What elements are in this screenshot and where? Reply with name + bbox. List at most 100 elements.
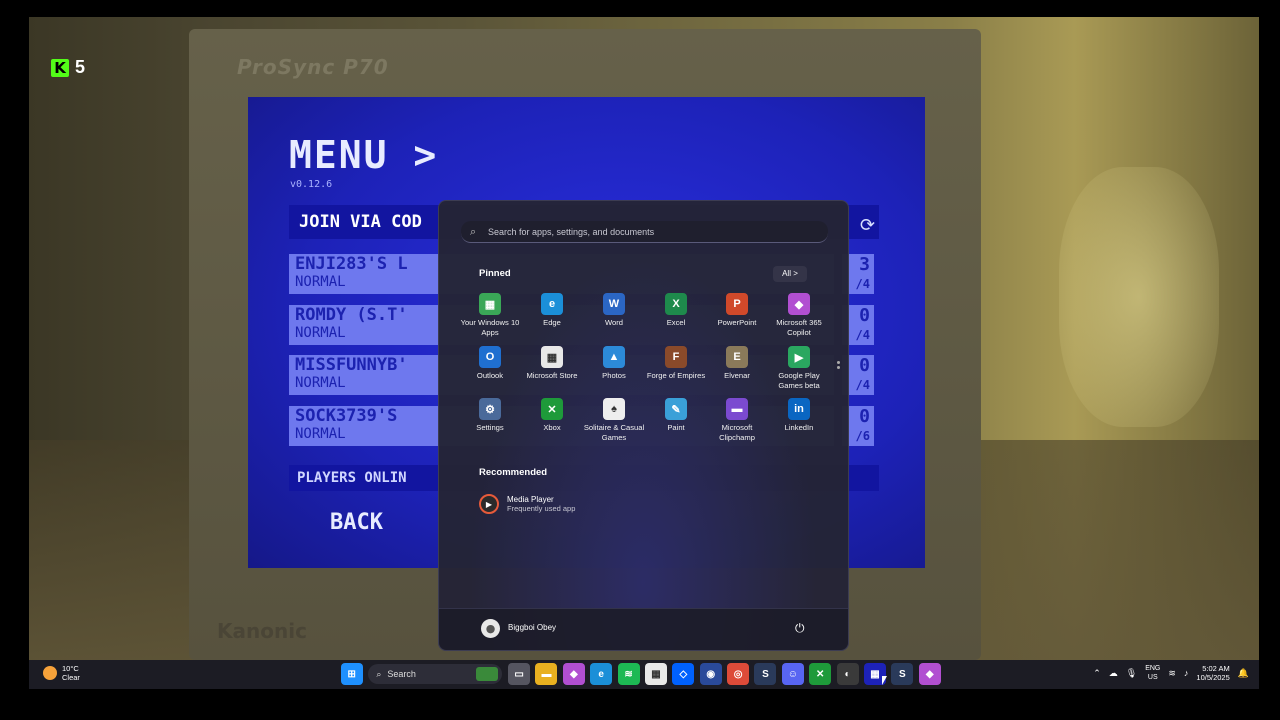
pinned-app-label: Edge <box>543 318 561 327</box>
pinned-app[interactable]: W Word <box>583 293 645 328</box>
pinned-app[interactable]: O Outlook <box>459 346 521 381</box>
pinned-app[interactable]: ▲ Photos <box>583 346 645 381</box>
pinned-app-label: Outlook <box>476 371 504 380</box>
obs-icon[interactable]: ◐ <box>836 663 859 685</box>
taskbar-search[interactable]: ⌕ Search <box>368 664 503 684</box>
search-placeholder: Search for apps, settings, and documents <box>488 226 655 237</box>
word-icon: W <box>603 293 625 315</box>
media-player-icon: ▶ <box>479 494 499 514</box>
search-icon: ⌕ <box>376 668 382 679</box>
recommended-item-title: Media Player <box>507 495 554 504</box>
taskbar-apps: ⊞ ⌕ Search ▭ ▬ ◆ e ≋ ▦ ◇ ◉ ◎ S ☺ ✕ ◐ ▦ S ◆ <box>338 663 943 685</box>
pinned-app[interactable]: ✕ Xbox <box>521 398 583 433</box>
task-view-icon[interactable]: ▭ <box>508 663 531 685</box>
steam-icon[interactable]: S <box>891 663 914 685</box>
mouse-cursor <box>882 676 887 685</box>
taskbar-search-label: Search <box>387 669 416 679</box>
discord-icon[interactable]: ☺ <box>781 663 804 685</box>
power-icon[interactable]: ⏻ <box>795 621 805 636</box>
pinned-app-label: Your Windows 10 Apps <box>460 318 520 337</box>
copilot-icon[interactable]: ◆ <box>562 663 585 685</box>
pinned-app-label: Xbox <box>543 423 561 432</box>
xbox-icon: ✕ <box>541 398 563 420</box>
stream-overlay: K 5 <box>51 57 85 78</box>
pinned-app-label: Google Play Games beta <box>778 371 820 390</box>
start-search-input[interactable]: ⌕ Search for apps, settings, and documen… <box>461 221 828 243</box>
pinned-app[interactable]: ♠ Solitaire & Casual Games <box>583 398 645 442</box>
cloud-icon[interactable]: ☁ <box>1109 668 1118 679</box>
all-apps-button[interactable]: All > <box>773 266 807 282</box>
back-button[interactable]: BACK <box>330 510 383 535</box>
forge-of-empires-icon: F <box>665 346 687 368</box>
language-indicator[interactable]: ENG US <box>1145 664 1160 682</box>
monitor-brand-bottom: Kanonic <box>217 619 307 643</box>
start-icon[interactable]: ⊞ <box>340 663 363 685</box>
recommended-title: Recommended <box>479 467 548 478</box>
settings-icon: ⚙ <box>479 398 501 420</box>
kick-logo-icon: K <box>51 58 69 77</box>
pinned-app[interactable]: P PowerPoint <box>706 293 768 328</box>
pinned-app[interactable]: F Forge of Empires <box>645 346 707 381</box>
light-glow <box>1059 167 1219 427</box>
chrome-icon[interactable]: ◎ <box>727 663 750 685</box>
pinned-app-label: Paint <box>667 423 685 432</box>
pinned-app[interactable]: ✎ Paint <box>645 398 707 433</box>
clipchamp-icon: ▬ <box>726 398 748 420</box>
play-games-icon: ▶ <box>788 346 810 368</box>
edge-icon[interactable]: e <box>590 663 613 685</box>
copilot-icon: ◆ <box>788 293 810 315</box>
pinned-app-label: Solitaire & Casual Games <box>583 423 645 442</box>
pinned-app-label: Forge of Empires <box>646 371 706 380</box>
clock[interactable]: 5:02 AM 10/5/2025 <box>1196 664 1229 682</box>
pinned-app[interactable]: ▶ Google Play Games beta <box>768 346 830 390</box>
app-blue-icon[interactable]: ◉ <box>699 663 722 685</box>
microphone-icon[interactable]: 🎙 <box>1126 668 1137 679</box>
excel-icon: X <box>665 293 687 315</box>
recommended-item[interactable]: ▶ Media Player Frequently used app <box>479 494 575 514</box>
volume-icon[interactable]: ♪ <box>1184 668 1189 678</box>
notification-icon[interactable]: 🔔 <box>1238 668 1249 679</box>
pinned-app-label: Microsoft Clipchamp <box>719 423 755 442</box>
dropbox-icon[interactable]: ◇ <box>672 663 695 685</box>
pinned-app[interactable]: e Edge <box>521 293 583 328</box>
spotify-icon[interactable]: ≋ <box>617 663 640 685</box>
chevron-up-icon[interactable]: ⌃ <box>1093 668 1101 679</box>
pinned-app-label: Word <box>604 318 623 327</box>
file-explorer-icon[interactable]: ▬ <box>535 663 558 685</box>
steam-icon[interactable]: S <box>754 663 777 685</box>
weather-widget[interactable]: 10°C Clear <box>43 664 80 682</box>
copilot-365-icon[interactable]: ◆ <box>918 663 941 685</box>
pinned-app[interactable]: in LinkedIn <box>768 398 830 433</box>
weather-desc: Clear <box>62 673 80 682</box>
pinned-app[interactable]: ◆ Microsoft 365 Copilot <box>768 293 830 337</box>
overlay-counter: 5 <box>75 57 86 77</box>
xbox-icon[interactable]: ✕ <box>809 663 832 685</box>
game-version: v0.12.6 <box>290 179 333 190</box>
recommended-item-subtitle: Frequently used app <box>507 504 576 513</box>
pinned-app-label: Elvenar <box>724 371 750 380</box>
pinned-app[interactable]: X Excel <box>645 293 707 328</box>
user-avatar-icon[interactable]: ● <box>481 619 500 638</box>
pinned-title: Pinned <box>479 268 511 279</box>
pinned-app-label: Settings <box>476 423 504 432</box>
wifi-icon[interactable]: ≋ <box>1168 668 1176 679</box>
game-menu-title: MENU > <box>289 133 439 177</box>
weather-temp: 10°C <box>62 664 79 673</box>
pinned-app[interactable]: ▦ Microsoft Store <box>521 346 583 381</box>
pinned-app[interactable]: ⚙ Settings <box>459 398 521 433</box>
paint-icon: ✎ <box>665 398 687 420</box>
pinned-page-indicator[interactable] <box>837 361 840 375</box>
refresh-icon[interactable]: ⟳ <box>860 215 875 236</box>
pinned-app[interactable]: ▦ Your Windows 10 Apps <box>459 293 521 337</box>
search-highlight-icon <box>476 667 499 681</box>
edge-icon: e <box>541 293 563 315</box>
weather-icon <box>43 666 57 680</box>
store-icon[interactable]: ▦ <box>644 663 667 685</box>
pinned-app[interactable]: E Elvenar <box>706 346 768 381</box>
linkedin-icon: in <box>788 398 810 420</box>
photos-icon: ▲ <box>603 346 625 368</box>
system-tray: ⌃ ☁ 🎙 ENG US ≋ ♪ 5:02 AM 10/5/2025 🔔 <box>1093 664 1249 682</box>
user-name[interactable]: Biggboi Obey <box>508 623 556 632</box>
pinned-app-label: Microsoft 365 Copilot <box>776 318 822 337</box>
pinned-app[interactable]: ▬ Microsoft Clipchamp <box>706 398 768 442</box>
